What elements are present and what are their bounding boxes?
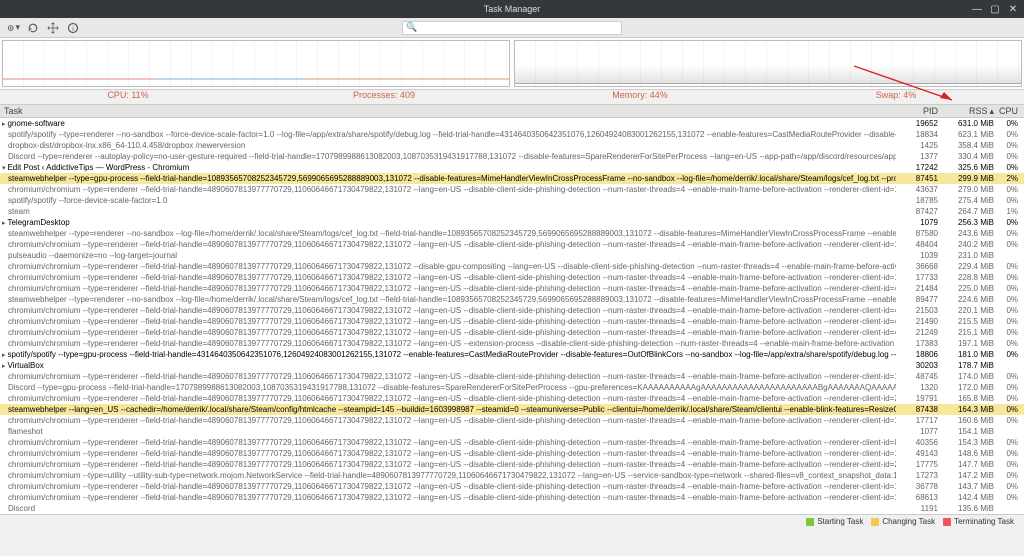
process-row[interactable]: chromium/chromium --type=renderer --fiel… bbox=[0, 184, 1024, 195]
process-row[interactable]: Discord --type=gpu-process --field-trial… bbox=[0, 382, 1024, 393]
process-row[interactable]: chromium/chromium --type=renderer --fiel… bbox=[0, 261, 1024, 272]
mem-stat: Memory: 44% bbox=[512, 90, 768, 104]
legend-terminating: Terminating Task bbox=[943, 517, 1014, 526]
move-icon[interactable] bbox=[46, 21, 60, 35]
process-list[interactable]: gnome-software19652631.0 MiB0%spotify/sp… bbox=[0, 118, 1024, 514]
process-row[interactable]: spotify/spotify --force-device-scale-fac… bbox=[0, 195, 1024, 206]
titlebar: Task Manager — ▢ ✕ bbox=[0, 0, 1024, 18]
col-task[interactable]: Task bbox=[0, 106, 896, 116]
process-row[interactable]: Edit Post ‹ AddictiveTips — WordPress - … bbox=[0, 162, 1024, 173]
process-row[interactable]: chromium/chromium --type=renderer --fiel… bbox=[0, 338, 1024, 349]
process-row[interactable]: chromium/chromium --type=renderer --fiel… bbox=[0, 459, 1024, 470]
swap-stat: Swap: 4% bbox=[768, 90, 1024, 104]
process-row[interactable]: gnome-software19652631.0 MiB0% bbox=[0, 118, 1024, 129]
column-header: Task PID RSS ▴ CPU bbox=[0, 104, 1024, 118]
process-row[interactable]: steam87427264.7 MiB1% bbox=[0, 206, 1024, 217]
col-rss[interactable]: RSS ▴ bbox=[938, 106, 994, 117]
process-row[interactable]: steamwebhelper --lang=en_US --cachedir=/… bbox=[0, 404, 1024, 415]
process-row[interactable]: TelegramDesktop1079256.3 MiB0% bbox=[0, 217, 1024, 228]
col-pid[interactable]: PID bbox=[896, 106, 938, 116]
window-title: Task Manager bbox=[484, 4, 541, 14]
process-row[interactable]: flameshot1077154.1 MiB bbox=[0, 426, 1024, 437]
minimize-icon[interactable]: — bbox=[970, 4, 984, 15]
process-row[interactable]: chromium/chromium --type=renderer --fiel… bbox=[0, 492, 1024, 503]
process-row[interactable]: chromium/chromium --type=renderer --fiel… bbox=[0, 437, 1024, 448]
process-row[interactable]: chromium/chromium --type=utility --utili… bbox=[0, 470, 1024, 481]
process-row[interactable]: pulseaudio --daemonize=no --log-target=j… bbox=[0, 250, 1024, 261]
search-icon: 🔍 bbox=[406, 22, 417, 33]
close-icon[interactable]: ✕ bbox=[1006, 4, 1020, 15]
legend-starting: Starting Task bbox=[806, 517, 863, 526]
proc-stat: Processes: 409 bbox=[256, 90, 512, 104]
stats-bar: CPU: 11% Processes: 409 Memory: 44% Swap… bbox=[0, 90, 1024, 104]
process-row[interactable]: chromium/chromium --type=renderer --fiel… bbox=[0, 327, 1024, 338]
process-row[interactable]: chromium/chromium --type=renderer --fiel… bbox=[0, 481, 1024, 492]
process-row[interactable]: steamwebhelper --type=renderer --no-sand… bbox=[0, 228, 1024, 239]
process-row[interactable]: chromium/chromium --type=renderer --fiel… bbox=[0, 316, 1024, 327]
sort-asc-icon: ▴ bbox=[989, 106, 994, 117]
memory-graph[interactable] bbox=[514, 40, 1022, 87]
process-row[interactable]: Discord --type=renderer --autoplay-polic… bbox=[0, 151, 1024, 162]
process-row[interactable]: spotify/spotify --type=gpu-process --fie… bbox=[0, 349, 1024, 360]
cpu-graph[interactable] bbox=[2, 40, 510, 87]
search-input[interactable] bbox=[402, 21, 622, 35]
process-row[interactable]: steamwebhelper --type=gpu-process --fiel… bbox=[0, 173, 1024, 184]
col-cpu[interactable]: CPU bbox=[994, 106, 1024, 116]
process-row[interactable]: chromium/chromium --type=renderer --fiel… bbox=[0, 371, 1024, 382]
process-row[interactable]: spotify/spotify --type=renderer --no-san… bbox=[0, 129, 1024, 140]
process-row[interactable]: chromium/chromium --type=renderer --fiel… bbox=[0, 283, 1024, 294]
footer-legend: Starting Task Changing Task Terminating … bbox=[0, 514, 1024, 528]
process-row[interactable]: chromium/chromium --type=renderer --fiel… bbox=[0, 305, 1024, 316]
legend-changing: Changing Task bbox=[871, 517, 935, 526]
info-icon[interactable]: i bbox=[66, 21, 80, 35]
graphs-area bbox=[0, 38, 1024, 90]
process-row[interactable]: chromium/chromium --type=renderer --fiel… bbox=[0, 239, 1024, 250]
process-row[interactable]: chromium/chromium --type=renderer --fiel… bbox=[0, 272, 1024, 283]
process-row[interactable]: steamwebhelper --type=renderer --no-sand… bbox=[0, 294, 1024, 305]
settings-dropdown[interactable]: ▾ bbox=[6, 21, 20, 35]
cpu-stat: CPU: 11% bbox=[0, 90, 256, 104]
process-row[interactable]: dropbox-dist/dropbox-lnx.x86_64-110.4.45… bbox=[0, 140, 1024, 151]
window-controls: — ▢ ✕ bbox=[970, 4, 1020, 15]
toolbar: ▾ i 🔍 bbox=[0, 18, 1024, 38]
process-row[interactable]: chromium/chromium --type=renderer --fiel… bbox=[0, 448, 1024, 459]
process-row[interactable]: chromium/chromium --type=renderer --fiel… bbox=[0, 415, 1024, 426]
process-row[interactable]: VirtualBox30203178.7 MiB bbox=[0, 360, 1024, 371]
maximize-icon[interactable]: ▢ bbox=[988, 4, 1002, 15]
process-row[interactable]: chromium/chromium --type=renderer --fiel… bbox=[0, 393, 1024, 404]
refresh-icon[interactable] bbox=[26, 21, 40, 35]
process-row[interactable]: Discord1191135.6 MiB bbox=[0, 503, 1024, 514]
